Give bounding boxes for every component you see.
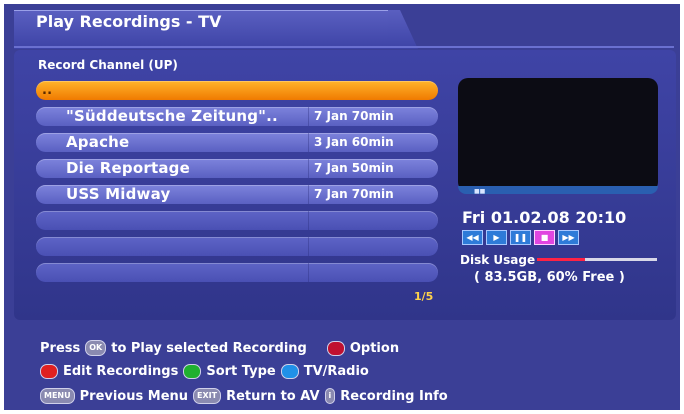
- disk-usage-bar: [537, 258, 657, 261]
- play-icon[interactable]: ▶: [486, 230, 507, 245]
- list-item[interactable]: Die Reportage 7 Jan 50min: [36, 159, 438, 178]
- recording-date: 7 Jan 70min: [314, 109, 394, 123]
- blue-key-icon: [280, 364, 299, 379]
- recording-date: 7 Jan 50min: [314, 161, 394, 175]
- help-press: Press: [40, 340, 81, 356]
- rewind-icon[interactable]: ◀◀: [462, 230, 483, 245]
- row-divider: [308, 159, 309, 178]
- list-item-selected[interactable]: ..: [36, 81, 438, 100]
- help-line-2: Edit Recordings Sort Type TV/Radio: [40, 364, 369, 379]
- option-key-icon: [326, 340, 345, 356]
- list-item-label: ..: [42, 83, 53, 98]
- preview-marker: ■■: [474, 188, 486, 195]
- help-recording-info: Recording Info: [340, 388, 448, 404]
- page-title: Play Recordings - TV: [36, 12, 222, 31]
- disk-usage-label: Disk Usage: [460, 253, 536, 267]
- disk-usage-fill: [537, 258, 585, 261]
- row-divider: [308, 185, 309, 204]
- recording-name: USS Midway: [66, 185, 171, 203]
- list-item-empty[interactable]: [36, 211, 438, 230]
- list-item-empty[interactable]: [36, 263, 438, 282]
- playback-controls: ◀◀ ▶ ❚❚ ■ ▶▶: [462, 230, 579, 245]
- page-indicator: 1/5: [414, 290, 434, 303]
- green-key-icon: [183, 364, 202, 379]
- fast-forward-icon[interactable]: ▶▶: [558, 230, 579, 245]
- ok-key-icon: OK: [85, 340, 107, 356]
- row-divider: [308, 133, 309, 152]
- help-return-av: Return to AV: [226, 388, 320, 404]
- recording-name: "Süddeutsche Zeitung"..: [66, 107, 278, 125]
- row-divider: [308, 107, 309, 126]
- pause-icon[interactable]: ❚❚: [510, 230, 531, 245]
- exit-key-icon: EXIT: [193, 388, 222, 404]
- help-tvradio: TV/Radio: [303, 364, 369, 379]
- video-preview: [458, 78, 658, 192]
- recording-name: Die Reportage: [66, 159, 190, 177]
- preview-progress-bar: [458, 186, 658, 194]
- help-edit: Edit Recordings: [63, 364, 179, 379]
- list-heading: Record Channel (UP): [38, 58, 178, 72]
- list-item[interactable]: Apache 3 Jan 60min: [36, 133, 438, 152]
- list-item-empty[interactable]: [36, 237, 438, 256]
- list-item[interactable]: USS Midway 7 Jan 70min: [36, 185, 438, 204]
- stop-icon[interactable]: ■: [534, 230, 555, 245]
- disk-usage-info: ( 83.5GB, 60% Free ): [474, 270, 625, 285]
- row-divider: [308, 211, 309, 230]
- list-item[interactable]: "Süddeutsche Zeitung".. 7 Jan 70min: [36, 107, 438, 126]
- help-line-1: Press OK to Play selected Recording Opti…: [40, 340, 399, 356]
- help-play: to Play selected Recording: [111, 340, 307, 356]
- title-edge: [14, 46, 674, 48]
- help-sort: Sort Type: [206, 364, 276, 379]
- menu-key-icon: MENU: [40, 388, 75, 404]
- recording-name: Apache: [66, 133, 130, 151]
- recording-date: 7 Jan 70min: [314, 187, 394, 201]
- row-divider: [308, 263, 309, 282]
- info-key-icon: i: [324, 388, 336, 404]
- help-option: Option: [349, 340, 400, 356]
- help-line-3: MENU Previous Menu EXIT Return to AV i R…: [40, 388, 448, 404]
- help-previous-menu: Previous Menu: [79, 388, 189, 404]
- row-divider: [308, 237, 309, 256]
- date-time: Fri 01.02.08 20:10: [462, 208, 627, 227]
- red-key-icon: [40, 364, 58, 379]
- recording-date: 3 Jan 60min: [314, 135, 394, 149]
